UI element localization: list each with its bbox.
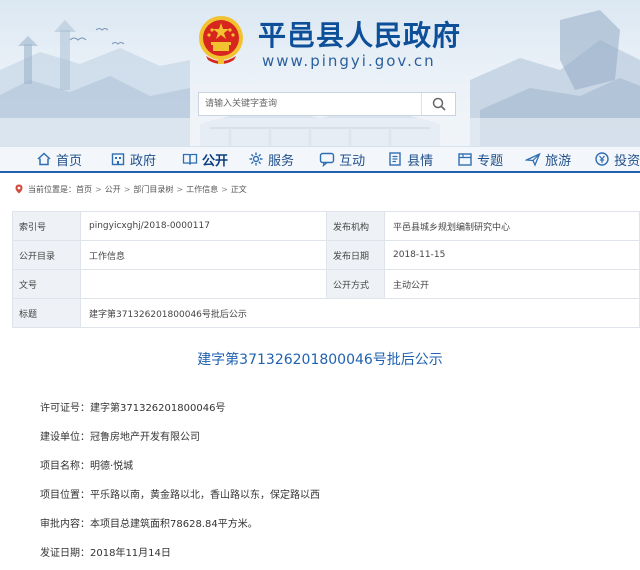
document-info-table: 索引号 pingyicxghj/2018-0000117 发布机构 平邑县城乡规… [12, 211, 640, 328]
nav-item-home[interactable]: 首页 [36, 147, 82, 172]
article-line-permit: 许可证号：建字第371326201800046号 [40, 403, 226, 414]
docno-label: 文号 [12, 269, 81, 299]
coin-icon [594, 151, 610, 167]
search-box [198, 92, 456, 116]
search-input[interactable] [199, 93, 421, 115]
book-icon [182, 151, 198, 167]
org-label: 发布机构 [326, 211, 385, 241]
nav-label: 互动 [339, 153, 366, 169]
nav-item-government[interactable]: 政府 [110, 147, 156, 172]
breadcrumb-separator: > [123, 184, 131, 194]
article-line-builder: 建设单位：冠鲁房地产开发有限公司 [40, 432, 200, 443]
settings-icon [248, 151, 264, 167]
nav-item-investment[interactable]: 投资 [594, 147, 640, 172]
index-value: pingyicxghj/2018-0000117 [80, 211, 327, 241]
nav-label: 政府 [130, 153, 157, 169]
nav-label: 专题 [477, 153, 504, 169]
nav-label: 首页 [56, 153, 83, 169]
breadcrumb-separator: > [176, 184, 184, 194]
method-value: 主动公开 [384, 269, 640, 299]
nav-item-county[interactable]: 县情 [387, 147, 433, 172]
breadcrumb-current: 正文 [230, 184, 247, 194]
breadcrumb-public[interactable]: 公开 [105, 184, 121, 195]
folder-icon [457, 151, 473, 167]
article-body: 许可证号：建字第371326201800046号 建设单位：冠鲁房地产开发有限公… [40, 402, 620, 570]
article-title: 建字第371326201800046号批后公示 [197, 352, 443, 368]
site-url: www.pingyi.gov.cn [262, 52, 436, 70]
home-icon [36, 151, 52, 167]
document-icon [387, 151, 403, 167]
article-line-issue-date: 发证日期：2018年11月14日 [40, 548, 171, 559]
nav-label: 公开 [202, 153, 229, 169]
org-value: 平邑县城乡规划编制研究中心 [384, 211, 640, 241]
site-title: 平邑县人民政府 [258, 19, 462, 52]
nav-label: 旅游 [545, 153, 572, 169]
national-emblem-icon [199, 16, 243, 64]
article-line-project: 项目名称：明德·悦城 [40, 461, 134, 472]
breadcrumb-home[interactable]: 首页 [76, 184, 92, 195]
plane-icon [525, 151, 541, 167]
nav-label: 县情 [407, 153, 434, 169]
index-label: 索引号 [12, 211, 81, 241]
table-row: 公开目录 工作信息 发布日期 2018-11-15 [12, 240, 640, 270]
nav-item-topic[interactable]: 专题 [457, 147, 503, 172]
search-button[interactable] [421, 93, 455, 115]
nav-item-service[interactable]: 服务 [248, 147, 294, 172]
nav-item-tourism[interactable]: 旅游 [525, 147, 571, 172]
article-line-location: 项目位置：平乐路以南，黄金路以北，香山路以东，保定路以西 [40, 490, 320, 501]
nav-item-public[interactable]: 公开 [182, 147, 228, 172]
breadcrumb-work-info[interactable]: 工作信息 [186, 184, 218, 195]
main-nav: 首页 政府 公开 服务 互动 县情 专题 旅游 投资 [0, 146, 640, 173]
breadcrumb-prefix: 当前位置是： [28, 184, 76, 194]
title-label: 标题 [12, 298, 81, 328]
docno-value [80, 269, 327, 299]
breadcrumb: 当前位置是： 首页 > 公开 > 部门目录树 > 工作信息 > 正文 [14, 182, 247, 196]
catalog-value: 工作信息 [80, 240, 327, 270]
table-row: 标题 建字第371326201800046号批后公示 [12, 298, 640, 328]
date-value: 2018-11-15 [384, 240, 640, 270]
breadcrumb-dept-tree[interactable]: 部门目录树 [133, 184, 173, 195]
title-value: 建字第371326201800046号批后公示 [80, 298, 640, 328]
article-line-approval: 审批内容：本项目总建筑面积78628.84平方米。 [40, 519, 258, 530]
breadcrumb-separator: > [95, 184, 102, 194]
location-pin-icon [15, 184, 23, 194]
method-label: 公开方式 [326, 269, 385, 299]
table-row: 索引号 pingyicxghj/2018-0000117 发布机构 平邑县城乡规… [12, 211, 640, 241]
building-icon [110, 151, 126, 167]
header-banner: 平邑县人民政府 www.pingyi.gov.cn [0, 0, 640, 146]
table-row: 文号 公开方式 主动公开 [12, 269, 640, 299]
catalog-label: 公开目录 [12, 240, 81, 270]
nav-label: 服务 [268, 153, 295, 169]
date-label: 发布日期 [326, 240, 385, 270]
search-icon [432, 97, 446, 111]
chat-icon [319, 151, 335, 167]
nav-label: 投资 [614, 153, 640, 169]
breadcrumb-separator: > [221, 184, 228, 194]
nav-item-interaction[interactable]: 互动 [319, 147, 365, 172]
